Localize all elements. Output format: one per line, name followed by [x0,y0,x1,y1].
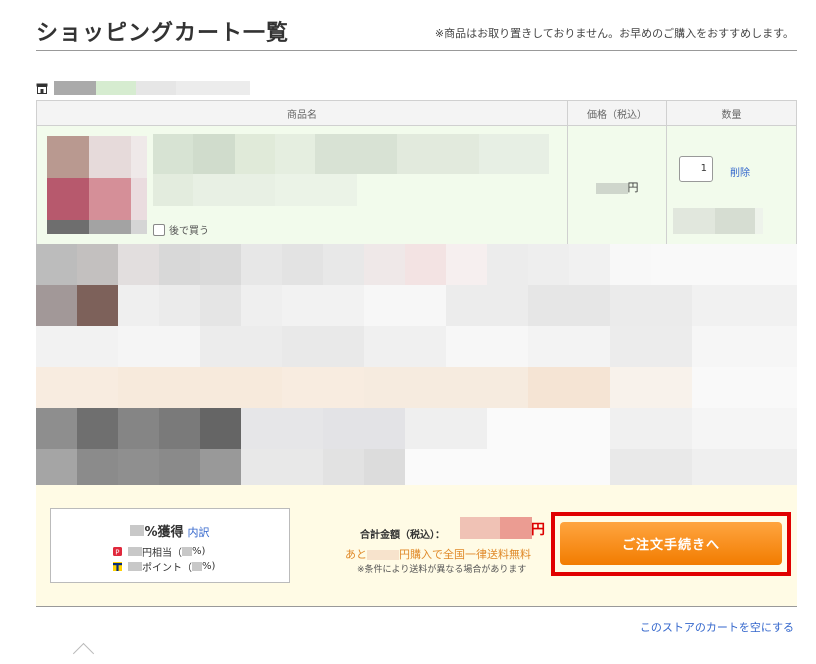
empty-cart-link[interactable]: このストアのカートを空にする [640,619,794,635]
proceed-to-checkout-button[interactable]: ご注文手続きへ [560,522,782,565]
table-row: 後で買う 円 1 削除 [36,125,797,249]
points-line-1-rate: %) [192,546,206,557]
shipping-note: ※条件により送料が異なる場合があります [357,565,527,575]
free-shipping-prefix: あと [345,548,367,561]
save-for-later[interactable]: 後で買う [153,222,209,237]
mosaic-row-1 [36,244,797,285]
quantity-input[interactable]: 1 [679,156,713,182]
title-divider [36,50,797,51]
delete-link[interactable]: 削除 [730,164,750,179]
cart-footer: %獲得 内訳 P 円相当（%) ポイント（%) 合計金額（税込）： 円 あと 円購入… [36,485,797,607]
points-line-1-label: 円相当（ [142,548,182,559]
store-name-row[interactable] [36,80,250,96]
points-line-2-rate: %) [202,561,216,572]
free-shipping-message: あと 円購入で全国一律送料無料 [345,546,531,562]
checkbox-icon[interactable] [153,223,165,236]
point-p-icon: P [113,547,122,556]
svg-text:P: P [115,548,119,556]
free-shipping-amount-redacted [367,550,399,560]
page-title: ショッピングカート一覧 [36,21,290,46]
chevron-up-icon[interactable] [72,642,95,664]
points-line-2-label: ポイント（ [142,563,192,574]
product-thumbnail[interactable] [47,136,147,234]
product-cell: 後で買う [36,125,568,249]
total-label: 合計金額（税込）： [360,530,445,541]
points-line-1: P 円相当（%) [113,544,205,559]
total-yen: 円 [531,522,545,538]
save-for-later-label: 後で買う [169,226,209,237]
point-t-icon [113,562,122,571]
store-name-redacted [54,81,96,95]
mosaic-row-3 [36,326,797,367]
header-product-name: 商品名 [36,100,568,126]
stock-notice: ※商品はお取り置きしておりません。お早めのご購入をおすすめします。 [434,27,794,40]
price-redacted [595,182,628,194]
cart-table: 商品名 価格（税込） 数量 後で買う 円 1 削除 [36,100,797,249]
store-icon [36,83,48,94]
points-line-2: ポイント（%) [113,559,215,574]
points-earn-label: %獲得 [144,525,184,540]
mosaic-row-2 [36,285,797,326]
points-rate-redacted [130,525,145,536]
points-box: %獲得 内訳 P 円相当（%) ポイント（%) [50,508,290,583]
mosaic-row-4 [36,367,797,408]
mosaic-row-5 [36,408,797,449]
price-suffix: 円 [627,181,639,194]
quantity-extra-redacted [673,208,763,234]
points-earn: %獲得 内訳 [51,521,289,540]
header-quantity: 数量 [666,100,797,126]
product-name-redacted[interactable] [153,134,549,210]
header-price: 価格（税込） [567,100,667,126]
points-breakdown-link[interactable]: 内訳 [188,526,210,539]
quantity-cell: 1 削除 [666,125,797,249]
total-amount-redacted [460,517,532,539]
free-shipping-suffix: 円購入で全国一律送料無料 [399,548,531,561]
recommendation-area-redacted [36,244,797,486]
mosaic-row-6 [36,449,797,486]
price-cell: 円 [567,125,667,249]
